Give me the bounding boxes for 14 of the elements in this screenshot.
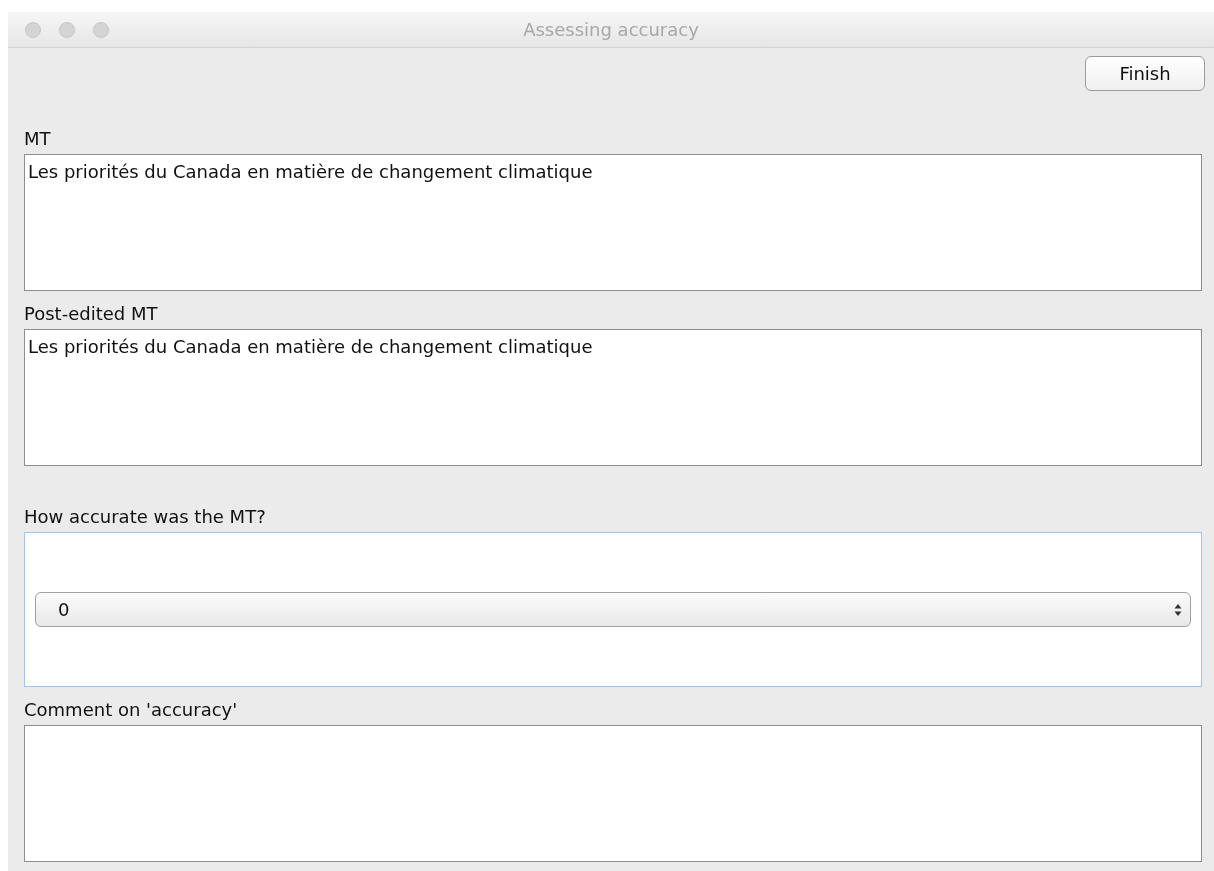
dropdown[interactable]: 0 [35, 592, 1191, 627]
close-icon[interactable] [25, 21, 41, 38]
zoom-icon[interactable] [93, 21, 109, 38]
field-label: Post-edited MT [24, 303, 159, 325]
minimize-icon[interactable] [59, 21, 75, 38]
text-area[interactable]: Les priorités du Canada en matière de changement climatique [24, 154, 1202, 291]
up-down-arrows-icon [1174, 602, 1182, 617]
field-label: MT [24, 128, 52, 150]
window-title: Assessing accuracy [523, 19, 699, 40]
field-label: Comment on 'accuracy' [24, 699, 239, 721]
finish-button[interactable]: Finish [1085, 56, 1205, 91]
text-area[interactable] [24, 725, 1202, 862]
text-area[interactable]: Les priorités du Canada en matière de changement climatique [24, 329, 1202, 466]
field-label: How accurate was the MT? [24, 506, 267, 528]
